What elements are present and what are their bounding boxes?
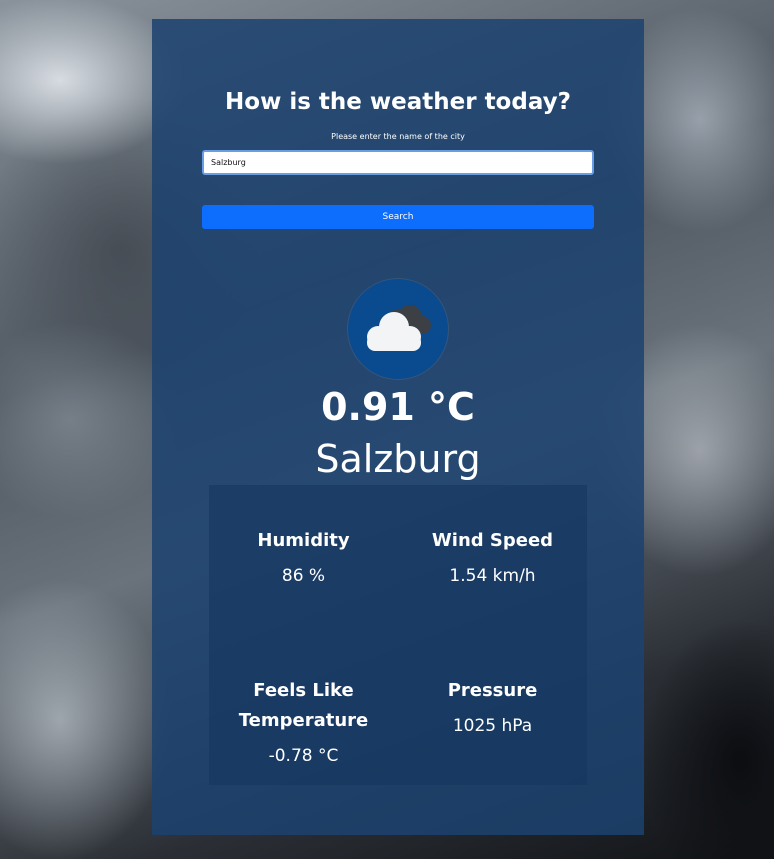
- cloudy-icon: [367, 305, 431, 351]
- city-search-input[interactable]: [202, 150, 594, 175]
- humidity-value: 86 %: [281, 566, 326, 586]
- wind-speed-value: 1.54 km/h: [449, 566, 536, 586]
- pressure-detail: Pressure 1025 hPa: [398, 676, 587, 736]
- humidity-label: Humidity: [257, 530, 350, 551]
- pressure-label: Pressure: [447, 680, 538, 701]
- feels-like-value: -0.78 °C: [268, 746, 339, 766]
- page-title: How is the weather today?: [225, 89, 571, 115]
- current-city-name: Salzburg: [315, 437, 481, 481]
- wind-speed-label: Wind Speed: [431, 530, 554, 551]
- pressure-value: 1025 hPa: [452, 716, 533, 736]
- wind-speed-detail: Wind Speed 1.54 km/h: [398, 526, 587, 586]
- weather-icon-circle: [348, 279, 448, 379]
- feels-like-label: Feels Like Temperature: [238, 680, 369, 731]
- feels-like-detail: Feels Like Temperature -0.78 °C: [209, 676, 398, 766]
- current-temperature: 0.91 °C: [321, 385, 475, 429]
- humidity-detail: Humidity 86 %: [209, 526, 398, 586]
- city-input-label: Please enter the name of the city: [331, 132, 465, 141]
- search-button[interactable]: Search: [202, 205, 594, 229]
- weather-card: How is the weather today? Please enter t…: [152, 19, 644, 835]
- weather-details-panel: Humidity 86 % Wind Speed 1.54 km/h Feels…: [209, 485, 587, 785]
